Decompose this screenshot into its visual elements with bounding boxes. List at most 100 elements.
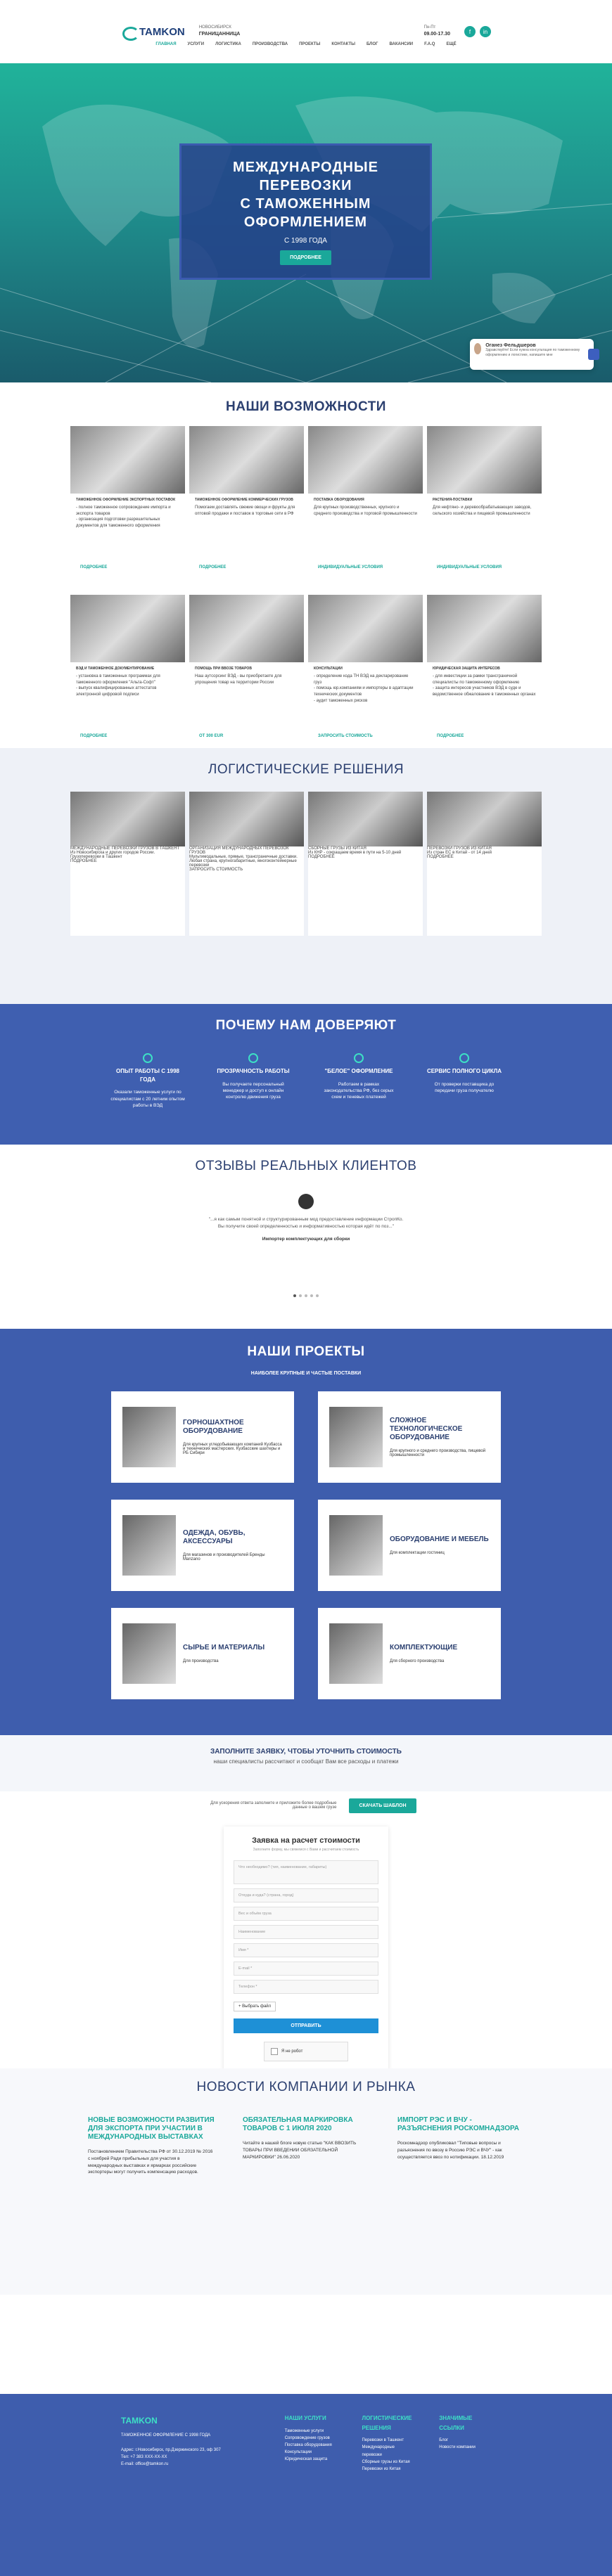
card-link[interactable]: ПОДРОБНЕЕ xyxy=(308,855,423,859)
phone-field[interactable]: Телефон * xyxy=(234,1980,378,1994)
footer-link[interactable]: Блог xyxy=(439,2437,491,2444)
nav-item[interactable]: F.A.Q xyxy=(424,42,435,46)
service-card[interactable]: ТАМОЖЕННОЕ ОФОРМЛЕНИЕ ЭКСПОРТНЫХ ПОСТАВО… xyxy=(70,426,185,586)
nav-item[interactable]: ЛОГИСТИКА xyxy=(215,42,241,46)
card-link[interactable]: ИНДИВИДУАЛЬНЫЕ УСЛОВИЯ xyxy=(318,565,383,569)
pagination-dot[interactable] xyxy=(299,1294,302,1297)
card-link[interactable]: ПОДРОБНЕЕ xyxy=(427,855,542,859)
project-card[interactable]: ОБОРУДОВАНИЕ И МЕБЕЛЬ Для комплектации го… xyxy=(318,1500,501,1591)
project-info: СЫРЬЕ И МАТЕРИАЛЫ Для производства xyxy=(183,1644,264,1663)
facebook-icon[interactable]: f xyxy=(464,26,476,37)
news-item[interactable]: ОБЯЗАТЕЛЬНАЯ МАРКИРОВКА ТОВАРОВ С 1 ИЮЛЯ… xyxy=(243,2116,369,2176)
pagination-dot[interactable] xyxy=(305,1294,307,1297)
news-title[interactable]: ИМПОРТ РЭС И ВЧУ - РАЗЪЯСНЕНИЯ РОСКОМНАД… xyxy=(397,2116,524,2133)
news-title[interactable]: НОВЫЕ ВОЗМОЖНОСТИ РАЗВИТИЯ ДЛЯ ЭКСПОРТА … xyxy=(88,2116,215,2142)
service-card[interactable]: ВЭД И ТАМОЖЕННОЕ ДОКУМЕНТИРОВАНИЕ - устан… xyxy=(70,595,185,755)
reviews-section: ОТЗЫВЫ РЕАЛЬНЫХ КЛИЕНТОВ "...я как самым… xyxy=(0,1145,612,1329)
name-field[interactable]: Наименование xyxy=(234,1925,378,1939)
logistics-card[interactable]: СБОРНЫЕ ГРУЗЫ ИЗ КИТАЯ Из КНР - сокращаем… xyxy=(308,792,423,936)
card-link[interactable]: ИНДИВИДУАЛЬНЫЕ УСЛОВИЯ xyxy=(437,565,502,569)
hero-title-line: ПЕРЕВОЗКИ xyxy=(259,178,352,193)
footer-link[interactable]: Международные перевозки xyxy=(362,2444,414,2458)
footer-col-title: НАШИ УСЛУГИ xyxy=(284,2415,326,2421)
nav-item[interactable]: УСЛУГИ xyxy=(188,42,205,46)
instagram-icon[interactable]: in xyxy=(480,26,491,37)
chat-widget[interactable]: Оганез Фельдшеров Здравствуйте! Если нуж… xyxy=(470,339,599,370)
footer-link[interactable]: Юридическая защита xyxy=(285,2456,337,2463)
card-category: ОРГАНИЗАЦИЯ МЕЖДУНАРОДНЫХ ПЕРЕВОЗОК ГРУЗ… xyxy=(189,846,289,855)
logistics-card[interactable]: МЕЖДУНАРОДНЫЕ ПЕРЕВОЗКИ ГРУЗОВ В ТАШКЕНТ… xyxy=(70,792,185,936)
project-title: ОДЕЖДА, ОБУВЬ, АКСЕССУАРЫ xyxy=(183,1529,246,1545)
footer-link[interactable]: Консультации xyxy=(285,2449,337,2456)
file-upload-button[interactable]: + Выбрать файл xyxy=(234,2002,276,2011)
card-link[interactable]: ПОДРОБНЕЕ xyxy=(199,565,226,569)
service-card[interactable]: ПОСТАВКА ОБОРУДОВАНИЯ Для крупных произво… xyxy=(308,426,423,586)
footer-link[interactable]: Перевозки в Ташкент xyxy=(362,2437,414,2444)
project-card[interactable]: КОМПЛЕКТУЮЩИЕ Для сборного производства xyxy=(318,1608,501,1699)
project-card[interactable]: ОДЕЖДА, ОБУВЬ, АКСЕССУАРЫ Для магазинов и… xyxy=(111,1500,294,1591)
logistics-card[interactable]: ПЕРЕВОЗКИ ГРУЗОВ ИЗ КИТАЯ Из стран ЕС в К… xyxy=(427,792,542,936)
nav-item[interactable]: БЛОГ xyxy=(366,42,378,46)
cargo-field[interactable]: Что необходимо? (тип, наименование, габа… xyxy=(234,1860,378,1884)
chat-open-icon[interactable] xyxy=(588,349,599,360)
footer-logo[interactable]: TAMKON xyxy=(121,2414,260,2428)
card-image xyxy=(427,426,542,494)
review-pagination[interactable] xyxy=(0,1288,612,1301)
pagination-dot[interactable] xyxy=(310,1294,313,1297)
chat-name: Оганез Фельдшеров xyxy=(485,343,536,348)
card-link[interactable]: ОТ 300 EUR xyxy=(199,734,223,738)
captcha-checkbox[interactable] xyxy=(271,2048,278,2055)
service-card[interactable]: ТАМОЖЕННОЕ ОФОРМЛЕНИЕ КОММЕРЧЕСКИХ ГРУЗО… xyxy=(189,426,304,586)
review-quote: "...я как самым понятной и структурирова… xyxy=(208,1217,404,1230)
nav-item[interactable]: КОНТАКТЫ xyxy=(331,42,355,46)
news-item[interactable]: ИМПОРТ РЭС И ВЧУ - РАЗЪЯСНЕНИЯ РОСКОМНАД… xyxy=(397,2116,524,2176)
project-card[interactable]: ГОРНОШАХТНОЕ ОБОРУДОВАНИЕ Для крупных угл… xyxy=(111,1391,294,1483)
card-link[interactable]: ПОДРОБНЕЕ xyxy=(80,565,107,569)
footer-link[interactable]: Поставка оборудования xyxy=(285,2442,337,2449)
footer-link[interactable]: Таможенные услуги xyxy=(285,2428,337,2435)
card-link[interactable]: ЗАПРОСИТЬ СТОИМОСТЬ xyxy=(318,734,373,738)
service-card[interactable]: ПОМОЩЬ ПРИ ВВОЗЕ ТОВАРОВ Наш аутсорсинг В… xyxy=(189,595,304,755)
card-link[interactable]: ПОДРОБНЕЕ xyxy=(70,859,185,863)
footer-email[interactable]: E-mail: office@tamkon.ru xyxy=(121,2461,260,2468)
weight-field[interactable]: Вес и объём груза xyxy=(234,1907,378,1921)
pagination-dot[interactable] xyxy=(293,1294,296,1297)
card-link[interactable]: ПОДРОБНЕЕ xyxy=(80,734,107,738)
card-link[interactable]: ЗАПРОСИТЬ СТОИМОСТЬ xyxy=(189,868,304,872)
logistics-card[interactable]: ОРГАНИЗАЦИЯ МЕЖДУНАРОДНЫХ ПЕРЕВОЗОК ГРУЗ… xyxy=(189,792,304,936)
nav-item[interactable]: ВАКАНСИИ xyxy=(389,42,413,46)
pagination-dot[interactable] xyxy=(316,1294,319,1297)
trust-section: ПОЧЕМУ НАМ ДОВЕРЯЮТ ОПЫТ РАБОТЫ С 1998 Г… xyxy=(0,1004,612,1145)
footer-link[interactable]: Сопровождение грузов xyxy=(285,2435,337,2442)
project-card[interactable]: СЫРЬЕ И МАТЕРИАЛЫ Для производства xyxy=(111,1608,294,1699)
download-template-button[interactable]: СКАЧАТЬ ШАБЛОН xyxy=(349,1798,416,1813)
nav-item[interactable]: ГЛАВНАЯ xyxy=(155,42,176,46)
captcha-widget[interactable]: Я не робот xyxy=(264,2042,348,2061)
trust-item-text: Оказали таможенные услуги по специалиста… xyxy=(110,1090,185,1109)
project-card[interactable]: СЛОЖНОЕ ТЕХНОЛОГИЧЕСКОЕ ОБОРУДОВАНИЕ Для … xyxy=(318,1391,501,1483)
submit-button[interactable]: ОТПРАВИТЬ xyxy=(234,2018,378,2033)
nav-item[interactable]: ПРОИЗВОДСТВА xyxy=(253,42,288,46)
service-card[interactable]: РАСТЕНИЯ-ПОСТАВКИ Для нефтяно- и деревооб… xyxy=(427,426,542,586)
firstname-field[interactable]: Имя * xyxy=(234,1943,378,1957)
email-field[interactable]: E-mail * xyxy=(234,1962,378,1976)
card-text: Из Новосибирска и других городов России.… xyxy=(70,851,155,859)
route-field[interactable]: Откуда и куда? (страна, город) xyxy=(234,1888,378,1902)
news-item[interactable]: НОВЫЕ ВОЗМОЖНОСТИ РАЗВИТИЯ ДЛЯ ЭКСПОРТА … xyxy=(88,2116,215,2176)
footer-phone[interactable]: Тел: +7 383 XXX-XX-XX xyxy=(121,2454,260,2461)
card-text: Для нефтяно- и деревообрабатывающих заво… xyxy=(433,505,532,516)
footer-link[interactable]: Сборные грузы из Китая xyxy=(362,2459,414,2466)
form-title: Заявка на расчет стоимости xyxy=(252,1836,360,1845)
nav-item[interactable]: ЕЩЁ xyxy=(446,42,456,46)
card-link[interactable]: ПОДРОБНЕЕ xyxy=(437,734,464,738)
trust-icon xyxy=(143,1053,153,1063)
logo[interactable]: TAMKON xyxy=(121,24,185,41)
nav-item[interactable]: ПРОЕКТЫ xyxy=(299,42,320,46)
service-card[interactable]: КОНСУЛЬТАЦИИ - определение кода ТН ВЭД на… xyxy=(308,595,423,755)
service-card[interactable]: ЮРИДИЧЕСКАЯ ЗАЩИТА ИНТЕРЕСОВ - для инвест… xyxy=(427,595,542,755)
footer-link[interactable]: Перевозки из Китая xyxy=(362,2466,414,2473)
hero-more-button[interactable]: ПОДРОБНЕЕ xyxy=(280,250,331,265)
footer-link[interactable]: Новости компании xyxy=(439,2444,491,2451)
news-title[interactable]: ОБЯЗАТЕЛЬНАЯ МАРКИРОВКА ТОВАРОВ С 1 ИЮЛЯ… xyxy=(243,2116,369,2133)
hours-value: 09.00-17.30 xyxy=(423,32,450,37)
